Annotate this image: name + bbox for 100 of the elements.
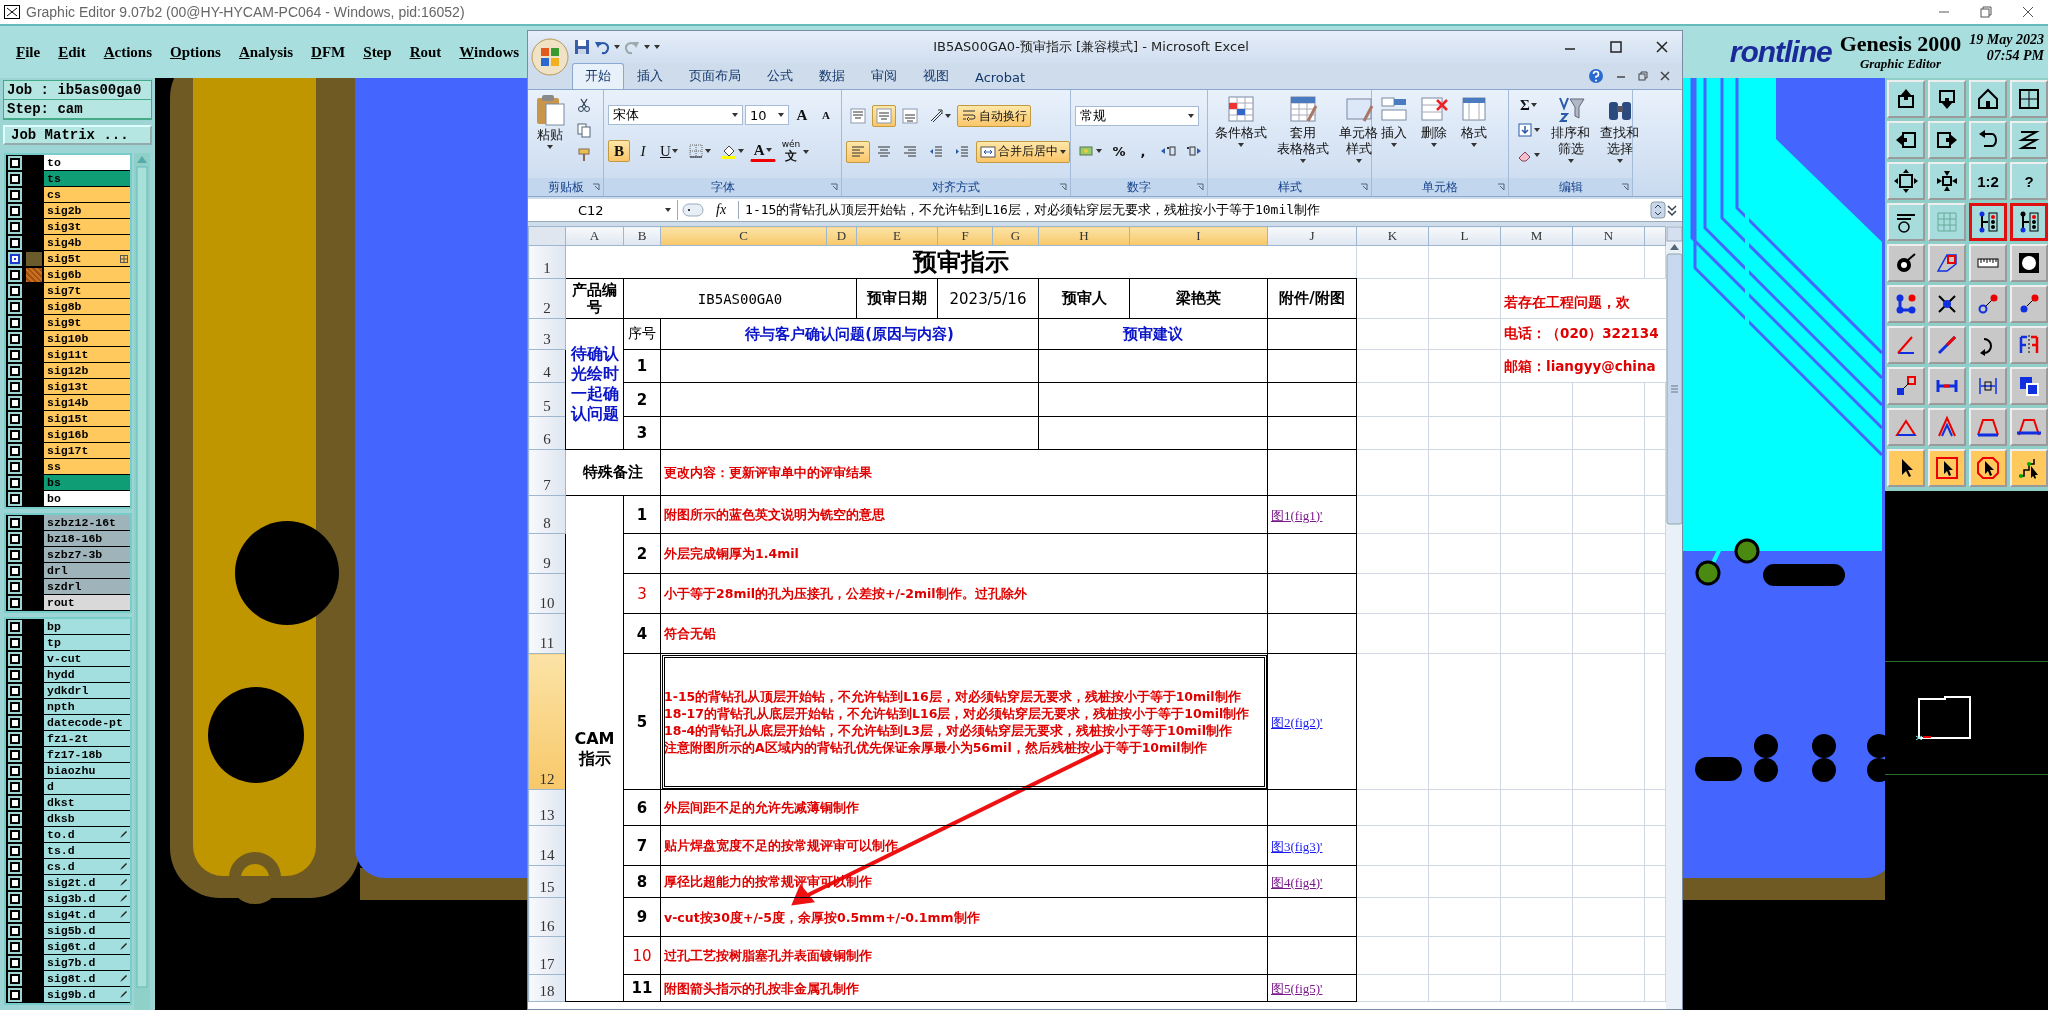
- ribbon-tab[interactable]: 插入: [624, 63, 676, 89]
- tool-button[interactable]: 1:2: [1969, 162, 2007, 200]
- row-header[interactable]: 13: [528, 789, 566, 826]
- tool-button[interactable]: ?: [2010, 162, 2048, 200]
- layer-name[interactable]: sig13t: [44, 379, 130, 395]
- underline-button[interactable]: U: [656, 140, 682, 162]
- layer-name[interactable]: sig14b: [44, 395, 130, 411]
- menu-item[interactable]: File: [16, 43, 41, 61]
- layer-name[interactable]: ss: [44, 459, 130, 475]
- layer-name[interactable]: sig16b: [44, 427, 130, 443]
- column-header[interactable]: A: [565, 226, 624, 246]
- column-header[interactable]: D: [826, 226, 857, 246]
- layer-name[interactable]: v-cut: [44, 651, 130, 667]
- column-header[interactable]: G: [992, 226, 1039, 246]
- layer-name[interactable]: sig5t: [44, 251, 130, 267]
- column-header[interactable]: K: [1356, 226, 1429, 246]
- ribbon-tab[interactable]: 视图: [910, 63, 962, 89]
- layer-name[interactable]: sig4b: [44, 235, 130, 251]
- column-header[interactable]: M: [1500, 226, 1573, 246]
- number-format-field[interactable]: 常规: [1075, 106, 1199, 126]
- layer-name[interactable]: dksb: [44, 811, 130, 827]
- ribbon-tab[interactable]: 数据: [806, 63, 858, 89]
- row-header[interactable]: 5: [528, 382, 566, 417]
- font-size-field[interactable]: 10: [745, 105, 789, 125]
- layer-name[interactable]: npth: [44, 699, 130, 715]
- layer-name[interactable]: sig2t.d: [44, 875, 130, 891]
- layer-name[interactable]: hydd: [44, 667, 130, 683]
- layer-name[interactable]: sig7t: [44, 283, 130, 299]
- ribbon-tab[interactable]: 页面布局: [676, 63, 754, 89]
- delete-cells-button[interactable]: 删除: [1416, 94, 1452, 148]
- format-cells-button[interactable]: 格式: [1456, 94, 1492, 148]
- row-header[interactable]: 7: [528, 449, 566, 496]
- layer-name[interactable]: bo: [44, 491, 130, 507]
- row-header[interactable]: 8: [528, 495, 566, 534]
- layer-name[interactable]: sig8b: [44, 299, 130, 315]
- row-header[interactable]: 9: [528, 533, 566, 574]
- layer-name[interactable]: bs: [44, 475, 130, 491]
- layer-name[interactable]: szbz12-16t: [44, 515, 130, 531]
- row-header[interactable]: 12: [528, 653, 566, 790]
- row-header[interactable]: 2: [528, 278, 566, 319]
- paste-button[interactable]: 粘贴: [532, 94, 568, 150]
- layer-name[interactable]: sig12b: [44, 363, 130, 379]
- job-matrix-button[interactable]: Job Matrix ...: [3, 125, 152, 145]
- layer-name[interactable]: sig11t: [44, 347, 130, 363]
- column-header[interactable]: I: [1129, 226, 1268, 246]
- column-header[interactable]: J: [1267, 226, 1357, 246]
- row-header[interactable]: 11: [528, 613, 566, 654]
- table-format-button[interactable]: 套用 表格格式: [1274, 94, 1332, 164]
- layer-name[interactable]: sig9t: [44, 315, 130, 331]
- column-header[interactable]: C: [660, 226, 827, 246]
- conditional-format-button[interactable]: 条件格式: [1212, 94, 1270, 148]
- column-header[interactable]: B: [623, 226, 661, 246]
- layer-name[interactable]: sig5b.d: [44, 923, 130, 939]
- sort-filter-button[interactable]: 排序和 筛选: [1548, 94, 1593, 164]
- layer-name[interactable]: datecode-pt: [44, 715, 130, 731]
- menu-item[interactable]: Step: [363, 43, 392, 61]
- attachment-link[interactable]: 图2(fig2)': [1271, 714, 1323, 730]
- ribbon-tab[interactable]: 审阅: [858, 63, 910, 89]
- name-box[interactable]: C12: [528, 200, 678, 220]
- menu-item[interactable]: Options: [170, 43, 221, 61]
- layer-name[interactable]: sig10b: [44, 331, 130, 347]
- layer-name[interactable]: bp: [44, 619, 130, 635]
- row-header[interactable]: 6: [528, 416, 566, 450]
- layer-name[interactable]: to.d: [44, 827, 130, 843]
- menu-item[interactable]: Windows: [459, 43, 520, 61]
- row-header[interactable]: 10: [528, 573, 566, 614]
- layer-name[interactable]: drl: [44, 563, 130, 579]
- layer-name[interactable]: ts.d: [44, 843, 130, 859]
- layer-name[interactable]: sig2b: [44, 203, 130, 219]
- font-color-button[interactable]: A: [749, 140, 776, 162]
- column-header[interactable]: F: [937, 226, 993, 246]
- column-header[interactable]: H: [1038, 226, 1130, 246]
- row-header[interactable]: 18: [528, 974, 566, 1002]
- layer-name[interactable]: sig6t.d: [44, 939, 130, 955]
- find-select-button[interactable]: 查找和 选择: [1597, 94, 1642, 164]
- layer-name[interactable]: d: [44, 779, 130, 795]
- layer-name[interactable]: bz18-16b: [44, 531, 130, 547]
- layer-name[interactable]: sig9b.d: [44, 987, 130, 1003]
- layer-name[interactable]: ts: [44, 171, 130, 187]
- grow-font-button[interactable]: A: [791, 104, 813, 126]
- merge-center-button[interactable]: 合并后居中: [976, 140, 1070, 163]
- column-header[interactable]: E: [856, 226, 938, 246]
- column-header[interactable]: L: [1428, 226, 1501, 246]
- layer-name[interactable]: sig6b: [44, 267, 130, 283]
- layer-name[interactable]: biaozhu: [44, 763, 130, 779]
- layer-name[interactable]: fz17-18b: [44, 747, 130, 763]
- layer-name[interactable]: szdrl: [44, 579, 130, 595]
- layer-name[interactable]: sig8t.d: [44, 971, 130, 987]
- percent-button[interactable]: %: [1108, 140, 1130, 162]
- ribbon-tab[interactable]: 开始: [572, 63, 624, 89]
- layer-name[interactable]: cs.d: [44, 859, 130, 875]
- shrink-font-button[interactable]: A: [815, 104, 837, 126]
- row-header[interactable]: 17: [528, 936, 566, 975]
- layer-name[interactable]: sig3t: [44, 219, 130, 235]
- row-header[interactable]: 4: [528, 349, 566, 383]
- layer-name[interactable]: ydkdrl: [44, 683, 130, 699]
- layer-name[interactable]: dkst: [44, 795, 130, 811]
- layer-name[interactable]: rout: [44, 595, 130, 611]
- menu-item[interactable]: DFM: [311, 43, 346, 61]
- row-header[interactable]: 14: [528, 825, 566, 866]
